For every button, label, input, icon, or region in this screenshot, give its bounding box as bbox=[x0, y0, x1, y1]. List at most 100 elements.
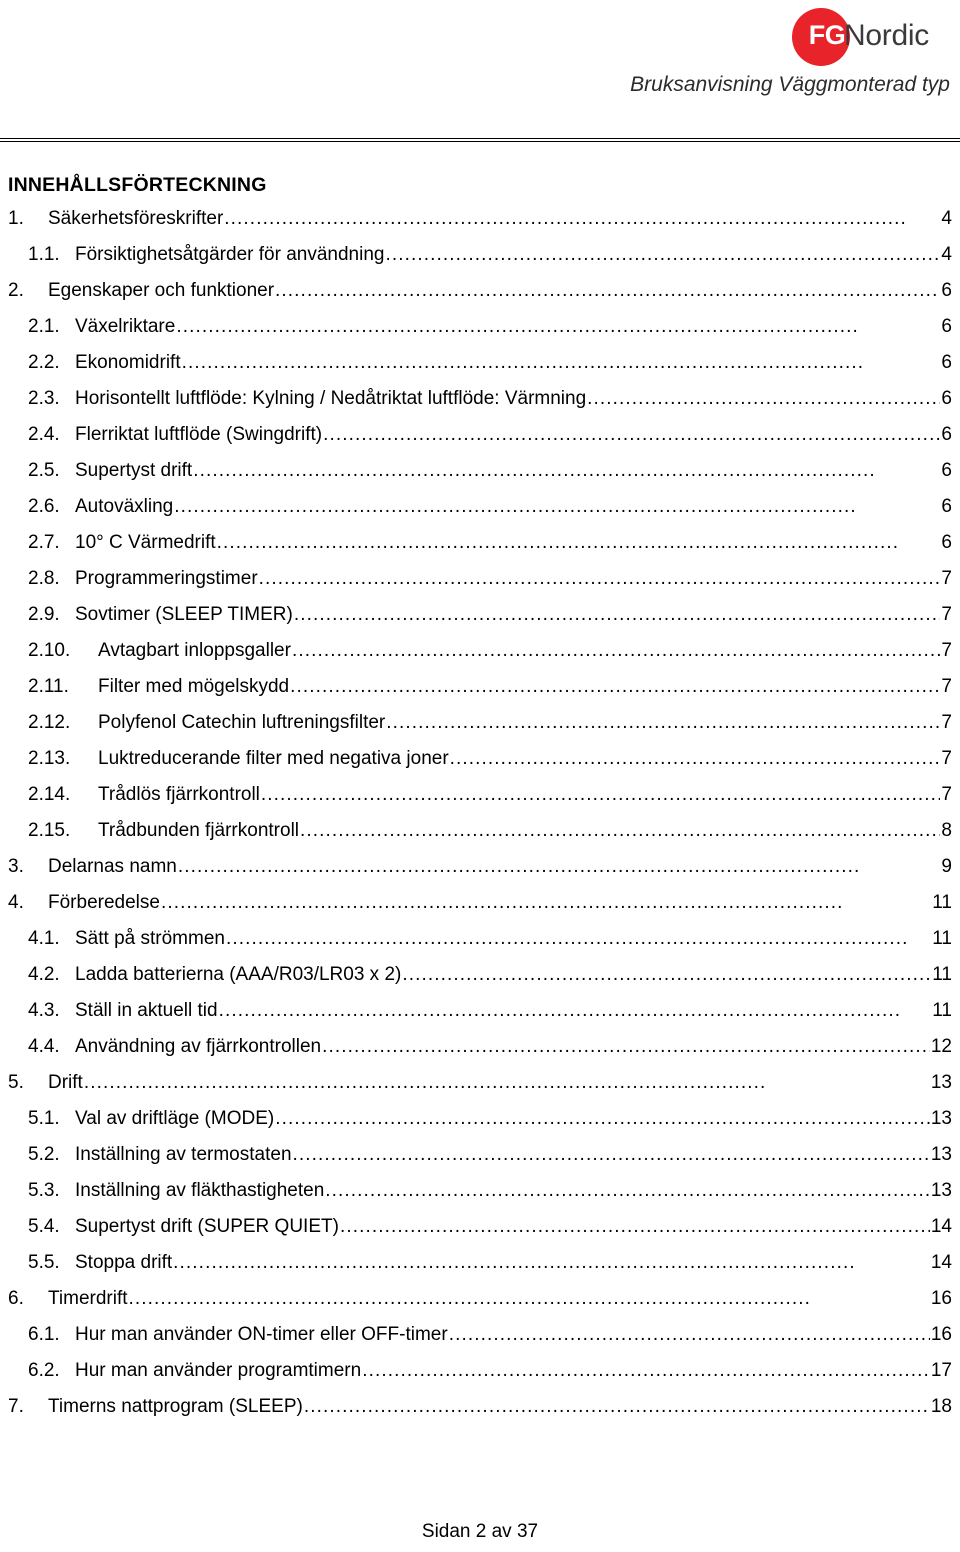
toc-entry-number: 2.4. bbox=[28, 424, 60, 445]
toc-leader-dots: ........................................… bbox=[292, 1144, 930, 1165]
toc-entry[interactable]: 5.2. Inställning av termostaten..........… bbox=[8, 1144, 952, 1180]
fg-nordic-logo: FG Nordic bbox=[792, 8, 952, 66]
toc-entry-label: Timerns nattprogram (SLEEP) bbox=[48, 1396, 303, 1417]
toc-entry-number: 5. bbox=[8, 1072, 24, 1093]
toc-entry-label: Ställ in aktuell tid bbox=[75, 1000, 218, 1021]
toc-leader-dots: ........................................… bbox=[449, 748, 941, 769]
toc-entry-label: Trådlös fjärrkontroll bbox=[98, 784, 260, 805]
toc-entry[interactable]: 2.5. Supertyst drift.....................… bbox=[8, 460, 952, 496]
toc-leader-dots: ........................................… bbox=[225, 928, 909, 949]
toc-entry[interactable]: 5.1. Val av driftläge (MODE).............… bbox=[8, 1108, 952, 1144]
toc-entry-number: 2.11. bbox=[28, 676, 69, 697]
toc-entry-page: 4 bbox=[941, 208, 952, 229]
toc-leader-dots: ........................................… bbox=[448, 1324, 930, 1345]
toc-leader-dots: ........................................… bbox=[83, 1072, 767, 1093]
toc-entry[interactable]: 2.1. Växelriktare........................… bbox=[8, 316, 952, 352]
toc-entry-label: Supertyst drift (SUPER QUIET) bbox=[75, 1216, 339, 1237]
toc-entry-page: 11 bbox=[932, 1000, 952, 1021]
toc-entry[interactable]: 6. Timerdrift............................… bbox=[8, 1288, 952, 1324]
toc-entry-number: 3. bbox=[8, 856, 24, 877]
toc-entry[interactable]: 2. Egenskaper och funktioner.............… bbox=[8, 280, 952, 316]
toc-entry-page: 7 bbox=[941, 676, 952, 697]
toc-entry-label: Timerdrift bbox=[48, 1288, 128, 1309]
toc-leader-dots: ........................................… bbox=[322, 1036, 930, 1057]
toc-entry-page: 6 bbox=[941, 496, 952, 517]
toc-entry-page: 6 bbox=[941, 388, 952, 409]
toc-entry[interactable]: 5.5. Stoppa drift........................… bbox=[8, 1252, 952, 1288]
toc-leader-dots: ........................................… bbox=[275, 280, 941, 301]
toc-entry[interactable]: 4.2. Ladda batterierna (AAA/R03/LR03 x 2)… bbox=[8, 964, 952, 1000]
toc-entry-label: Programmeringstimer bbox=[75, 568, 258, 589]
toc-entry[interactable]: 4.3. Ställ in aktuell tid................… bbox=[8, 1000, 952, 1036]
toc-entry[interactable]: 5.4. Supertyst drift (SUPER QUIET).......… bbox=[8, 1216, 952, 1252]
toc-leader-dots: ........................................… bbox=[160, 892, 844, 913]
toc-entry-page: 12 bbox=[930, 1036, 952, 1057]
toc-entry[interactable]: 2.4. Flerriktat luftflöde (Swingdrift)...… bbox=[8, 424, 952, 460]
header-divider bbox=[0, 138, 960, 142]
toc-entry-number: 6.2. bbox=[28, 1360, 60, 1381]
toc-entry-number: 7. bbox=[8, 1396, 24, 1417]
toc-leader-dots: ........................................… bbox=[216, 532, 900, 553]
toc-entry[interactable]: 1. Säkerhetsföreskrifter.................… bbox=[8, 208, 952, 244]
toc-entry[interactable]: 7. Timerns nattprogram (SLEEP)...........… bbox=[8, 1396, 952, 1432]
toc-entry-label: Stoppa drift bbox=[75, 1252, 173, 1273]
toc-entry[interactable]: 4. Förberedelse..........................… bbox=[8, 892, 952, 928]
toc-entry-label: Autoväxling bbox=[75, 496, 174, 517]
toc-leader-dots: ........................................… bbox=[224, 208, 907, 229]
toc-entry-label: Sovtimer (SLEEP TIMER) bbox=[75, 604, 293, 625]
toc-entry-number: 5.2. bbox=[28, 1144, 60, 1165]
toc-entry[interactable]: 2.11. Filter med mögelskydd..............… bbox=[8, 676, 952, 712]
toc-entry[interactable]: 2.6. Autoväxling.........................… bbox=[8, 496, 952, 532]
toc-entry-label: 10° C Värmedrift bbox=[75, 532, 216, 553]
toc-entry[interactable]: 2.10. Avtagbart inloppsgaller............… bbox=[8, 640, 952, 676]
toc-leader-dots: ........................................… bbox=[339, 1216, 930, 1237]
toc-entry-number: 1. bbox=[8, 208, 24, 229]
toc-entry[interactable]: 2.3. Horisontellt luftflöde: Kylning / Ne… bbox=[8, 388, 952, 424]
toc-entry[interactable]: 2.15. Trådbunden fjärrkontroll...........… bbox=[8, 820, 952, 856]
toc-entry[interactable]: 5. Drift.................................… bbox=[8, 1072, 952, 1108]
toc-entry-page: 6 bbox=[941, 352, 952, 373]
toc-entry-label: Polyfenol Catechin luftreningsfilter bbox=[98, 712, 386, 733]
toc-entry-page: 4 bbox=[941, 244, 952, 265]
toc-entry-label: Ladda batterierna (AAA/R03/LR03 x 2) bbox=[75, 964, 402, 985]
toc-entry-page: 7 bbox=[941, 784, 952, 805]
page-number-label: Sidan 2 av 37 bbox=[421, 1521, 539, 1542]
toc-entry[interactable]: 4.1. Sätt på strömmen....................… bbox=[8, 928, 952, 964]
toc-entry-page: 16 bbox=[930, 1288, 952, 1309]
toc-leader-dots: ........................................… bbox=[300, 820, 941, 841]
toc-entry[interactable]: 2.14. Trådlös fjärrkontroll..............… bbox=[8, 784, 952, 820]
toc-entry[interactable]: 3. Delarnas namn.........................… bbox=[8, 856, 952, 892]
toc-entry[interactable]: 4.4. Användning av fjärrkontrollen.......… bbox=[8, 1036, 952, 1072]
toc-entry[interactable]: 2.2. Ekonomidrift........................… bbox=[8, 352, 952, 388]
toc-entry[interactable]: 6.2. Hur man använder programtimern......… bbox=[8, 1360, 952, 1396]
page-footer: Sidan 2 av 37 bbox=[0, 1520, 960, 1544]
toc-leader-dots: ........................................… bbox=[218, 1000, 902, 1021]
toc-entry-number: 2.2. bbox=[28, 352, 60, 373]
toc-entry-label: Inställning av fläkthastigheten bbox=[75, 1180, 325, 1201]
toc-leader-dots: ........................................… bbox=[587, 388, 940, 409]
toc-entry[interactable]: 2.9. Sovtimer (SLEEP TIMER)..............… bbox=[8, 604, 952, 640]
toc-entry[interactable]: 1.1. Försiktighetsåtgärder för användning… bbox=[8, 244, 952, 280]
page-header: FG Nordic Bruksanvisning Väggmonterad ty… bbox=[0, 0, 960, 142]
toc-leader-dots: ........................................… bbox=[193, 460, 876, 481]
toc-entry-page: 16 bbox=[930, 1324, 952, 1345]
toc-entry-number: 4.4. bbox=[28, 1036, 60, 1057]
toc-entry[interactable]: 2.8. Programmeringstimer.................… bbox=[8, 568, 952, 604]
toc-entry-label: Luktreducerande filter med negativa jone… bbox=[98, 748, 449, 769]
toc-entry-label: Horisontellt luftflöde: Kylning / Nedåtr… bbox=[75, 388, 587, 409]
toc-entry[interactable]: 6.1. Hur man använder ON-timer eller OFF-… bbox=[8, 1324, 952, 1360]
toc-entry[interactable]: 2.13. Luktreducerande filter med negativa… bbox=[8, 748, 952, 784]
toc-leader-dots: ........................................… bbox=[386, 712, 940, 733]
toc-leader-dots: ........................................… bbox=[303, 1396, 930, 1417]
toc-entry-number: 2.6. bbox=[28, 496, 60, 517]
toc-entry-page: 7 bbox=[941, 712, 952, 733]
toc-leader-dots: ........................................… bbox=[177, 856, 861, 877]
toc-entry[interactable]: 2.12. Polyfenol Catechin luftreningsfilte… bbox=[8, 712, 952, 748]
toc-entry[interactable]: 5.3. Inställning av fläkthastigheten.....… bbox=[8, 1180, 952, 1216]
toc-entry-label: Delarnas namn bbox=[48, 856, 177, 877]
toc-entry-page: 6 bbox=[941, 460, 952, 481]
toc-entry-page: 7 bbox=[941, 604, 952, 625]
toc-entry-page: 6 bbox=[941, 280, 952, 301]
toc-entry[interactable]: 2.7. 10° C Värmedrift....................… bbox=[8, 532, 952, 568]
toc-entry-number: 2.9. bbox=[28, 604, 60, 625]
